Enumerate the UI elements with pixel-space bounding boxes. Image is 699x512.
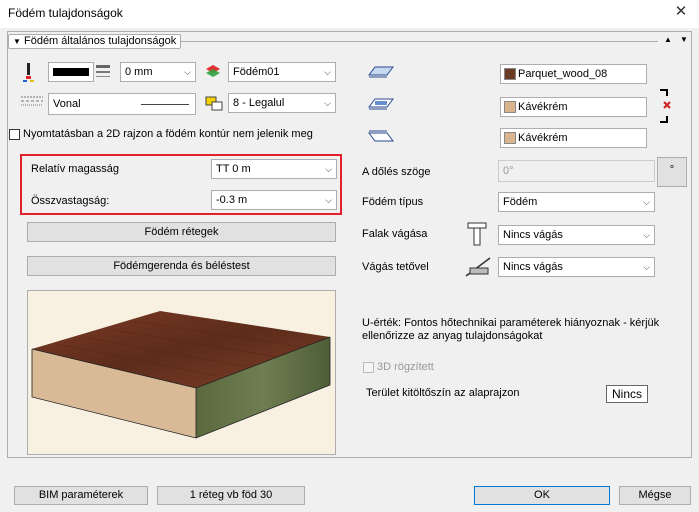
line-type-select[interactable]: Vonal bbox=[48, 93, 196, 115]
window-title: Födém tulajdonságok bbox=[8, 6, 123, 20]
slab-type-value: Födém bbox=[503, 196, 538, 208]
ok-button[interactable]: OK bbox=[474, 486, 610, 505]
cancel-button[interactable]: Mégse bbox=[619, 486, 691, 505]
layer-select[interactable]: Födém01 ⌵ bbox=[228, 62, 336, 82]
material-side-swatch bbox=[504, 101, 516, 114]
roof-cut-label: Vágás tetővel bbox=[362, 261, 429, 273]
roof-cut-value: Nincs vágás bbox=[503, 261, 563, 273]
material-top[interactable]: Parquet_wood_08 bbox=[500, 64, 647, 84]
layer-info-button[interactable]: 1 réteg vb föd 30 bbox=[157, 486, 305, 505]
top-face-icon bbox=[367, 65, 395, 79]
material-bottom-name: Kávékrém bbox=[518, 132, 568, 144]
level-value: 8 - Legalul bbox=[233, 97, 285, 109]
wall-cut-label: Falak vágása bbox=[362, 228, 428, 240]
slope-unit-button[interactable]: ° bbox=[657, 157, 687, 187]
pen-width-select[interactable]: 0 mm ⌵ bbox=[120, 62, 196, 82]
area-fill-label: Terület kitöltőszín az alaprajzon bbox=[366, 387, 520, 399]
print-hide-checkbox[interactable] bbox=[9, 129, 20, 140]
pen-icon bbox=[22, 62, 36, 82]
material-bottom[interactable]: Kávékrém bbox=[500, 128, 647, 148]
slab-type-select[interactable]: Födém ⌵ bbox=[498, 192, 655, 212]
fixed-3d-label: 3D rögzített bbox=[377, 361, 434, 373]
beams-button[interactable]: Födémgerenda és béléstest bbox=[27, 256, 336, 276]
print-hide-label: Nyomtatásban a 2D rajzon a födém kontúr … bbox=[23, 128, 313, 140]
slope-input[interactable]: 0° bbox=[498, 160, 655, 182]
total-thickness-select[interactable]: -0.3 m ⌵ bbox=[211, 190, 337, 210]
material-side-name: Kávékrém bbox=[518, 101, 568, 113]
relative-height-select[interactable]: TT 0 m ⌵ bbox=[211, 159, 337, 179]
u-value-note: U-érték: Fontos hőtechnikai paraméterek … bbox=[362, 317, 660, 342]
material-top-name: Parquet_wood_08 bbox=[518, 68, 608, 80]
layer-value: Födém01 bbox=[233, 66, 280, 78]
section-divider bbox=[176, 41, 658, 42]
line-type-icon bbox=[21, 95, 43, 107]
slab-layers-button[interactable]: Födém rétegek bbox=[27, 222, 336, 242]
side-face-icon bbox=[367, 97, 395, 111]
slope-value: 0° bbox=[503, 165, 514, 177]
collapse-down-icon[interactable]: ▼ bbox=[680, 35, 688, 44]
material-bottom-swatch bbox=[504, 132, 516, 145]
roof-cut-select[interactable]: Nincs vágás ⌵ bbox=[498, 257, 655, 277]
wall-cut-select[interactable]: Nincs vágás ⌵ bbox=[498, 225, 655, 245]
collapse-up-icon[interactable]: ▲ bbox=[664, 35, 672, 44]
line-weight-icon bbox=[95, 63, 111, 79]
wall-cut-value: Nincs vágás bbox=[503, 229, 563, 241]
level-icon bbox=[205, 96, 223, 112]
slab-3d-preview bbox=[27, 290, 336, 455]
expand-icon: ▼ bbox=[13, 37, 21, 46]
section-header[interactable]: ▼ Födém általános tulajdonságok bbox=[8, 34, 182, 49]
slab-type-label: Födém típus bbox=[362, 196, 424, 208]
slope-label: A dőlés szöge bbox=[362, 166, 431, 178]
section-title: Födém általános tulajdonságok bbox=[23, 35, 177, 47]
roof-cut-icon bbox=[464, 254, 492, 278]
relative-height-label: Relatív magasság bbox=[31, 163, 120, 175]
bottom-face-icon bbox=[367, 129, 395, 145]
level-select[interactable]: 8 - Legalul ⌵ bbox=[228, 93, 336, 113]
close-icon[interactable]: ✕ bbox=[668, 2, 694, 24]
layer-icon bbox=[205, 64, 221, 80]
area-fill-none-button[interactable]: Nincs bbox=[606, 385, 648, 403]
fixed-3d-checkbox[interactable] bbox=[363, 362, 374, 373]
material-top-swatch bbox=[504, 68, 516, 81]
wall-cut-icon bbox=[466, 221, 490, 247]
pen-color-swatch[interactable] bbox=[48, 62, 94, 82]
total-thickness-value: -0.3 m bbox=[216, 194, 248, 206]
line-preview bbox=[141, 104, 189, 105]
material-side[interactable]: Kávékrém bbox=[500, 97, 647, 117]
total-thickness-label: Összvastagság: bbox=[31, 195, 110, 207]
relative-height-value: TT 0 m bbox=[216, 163, 251, 175]
pen-width-value: 0 mm bbox=[125, 66, 153, 78]
line-type-value: Vonal bbox=[53, 98, 81, 110]
material-link-icon[interactable] bbox=[657, 88, 673, 124]
bim-parameters-button[interactable]: BIM paraméterek bbox=[14, 486, 148, 505]
